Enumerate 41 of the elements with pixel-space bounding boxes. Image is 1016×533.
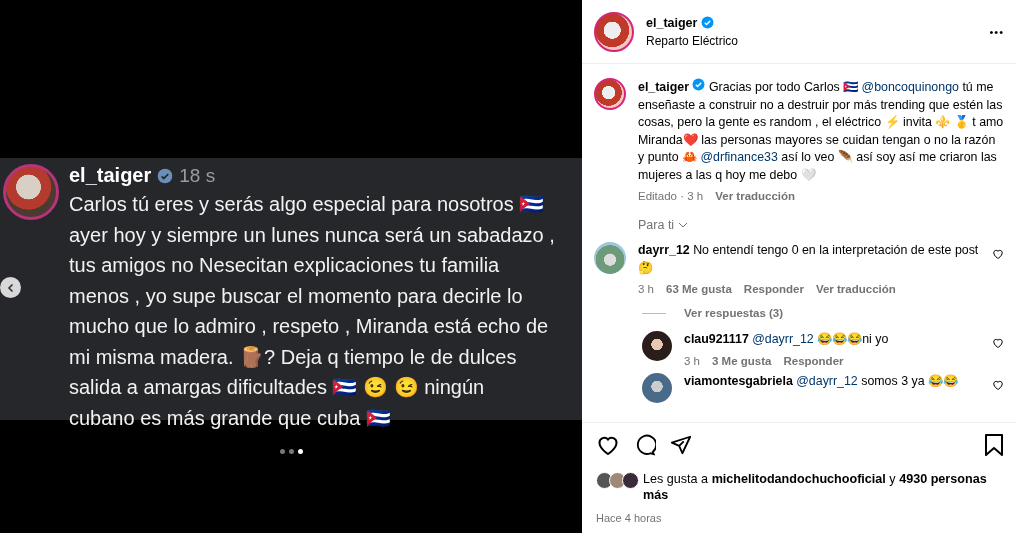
carousel-dot[interactable] xyxy=(297,449,303,454)
reply-link[interactable]: Responder xyxy=(743,283,804,295)
edited-time: Editado · 3 h xyxy=(638,190,704,202)
story-text: Carlos tú eres y serás algo especial para nosotros 🇨🇺 ayer hoy y siempre un lunes nunca será un sabadazo , tus amigos no Nesecitan explicaciones tu familia menos , yo supe buscar el momento para decirle lo mucho que lo admiro , respeto , Miranda está echo de mi misma madera. 🪵? Deja q tiempo le de dulces salida a amargas dificultades 🇨🇺 😉 😉 ningún cubano es más grande que cuba 🇨🇺 xyxy=(69,192,555,431)
avatar[interactable] xyxy=(3,164,59,220)
sort-dropdown[interactable]: Para ti xyxy=(638,218,689,232)
bookmark-icon[interactable] xyxy=(984,434,1004,456)
comment-text: clau921117 @dayrr_12 😂😂😂ni yo xyxy=(684,331,890,348)
mention-link[interactable]: @boncoquinongo xyxy=(861,80,959,94)
like-icon[interactable] xyxy=(992,337,1004,349)
translate-link[interactable]: Ver traducción xyxy=(815,283,896,295)
username[interactable]: el_taiger xyxy=(646,15,698,30)
view-replies-link[interactable]: Ver respuestas (3) xyxy=(642,307,1004,319)
like-icon[interactable] xyxy=(992,248,1004,260)
comment-text: viamontesgabriela @dayrr_12 somos 3 ya 😂😂 xyxy=(684,372,959,390)
comment-text: dayrr_12 No entendí tengo 0 en la interpretación de este post 🤔 xyxy=(638,242,980,277)
post-time: Hace 4 horas xyxy=(595,511,663,526)
story-time: 18 s xyxy=(179,164,216,187)
share-icon[interactable] xyxy=(670,434,692,456)
chevron-left-icon xyxy=(5,282,16,293)
mention-link[interactable]: @drfinance33 xyxy=(700,150,778,164)
mention-link[interactable]: @dayrr_12 xyxy=(796,373,858,388)
comment-icon[interactable] xyxy=(634,434,656,456)
translate-link[interactable]: Ver traducción xyxy=(715,190,796,202)
comment-time: 3 h xyxy=(684,354,700,367)
location[interactable]: Reparto Eléctrico xyxy=(646,33,978,48)
mention-link[interactable]: @dayrr_12 xyxy=(752,332,814,346)
carousel-dot[interactable] xyxy=(279,449,285,454)
likes-summary: Les gusta a michelitodandochuchooficial y 4930 personas más xyxy=(643,471,988,503)
avatar xyxy=(622,472,639,489)
reply-link[interactable]: Responder xyxy=(783,354,844,367)
comment-time: 3 h xyxy=(638,283,654,295)
avatar[interactable] xyxy=(642,331,672,361)
carousel-dot[interactable] xyxy=(288,449,294,454)
username[interactable]: el_taiger xyxy=(69,164,152,187)
chevron-down-icon xyxy=(678,222,689,228)
like-icon[interactable] xyxy=(992,378,1004,391)
likes-count[interactable]: 63 Me gusta xyxy=(666,283,732,295)
avatar xyxy=(596,472,613,489)
likes-count[interactable]: 3 Me gusta xyxy=(712,354,772,367)
more-button[interactable]: ••• xyxy=(989,25,1004,38)
